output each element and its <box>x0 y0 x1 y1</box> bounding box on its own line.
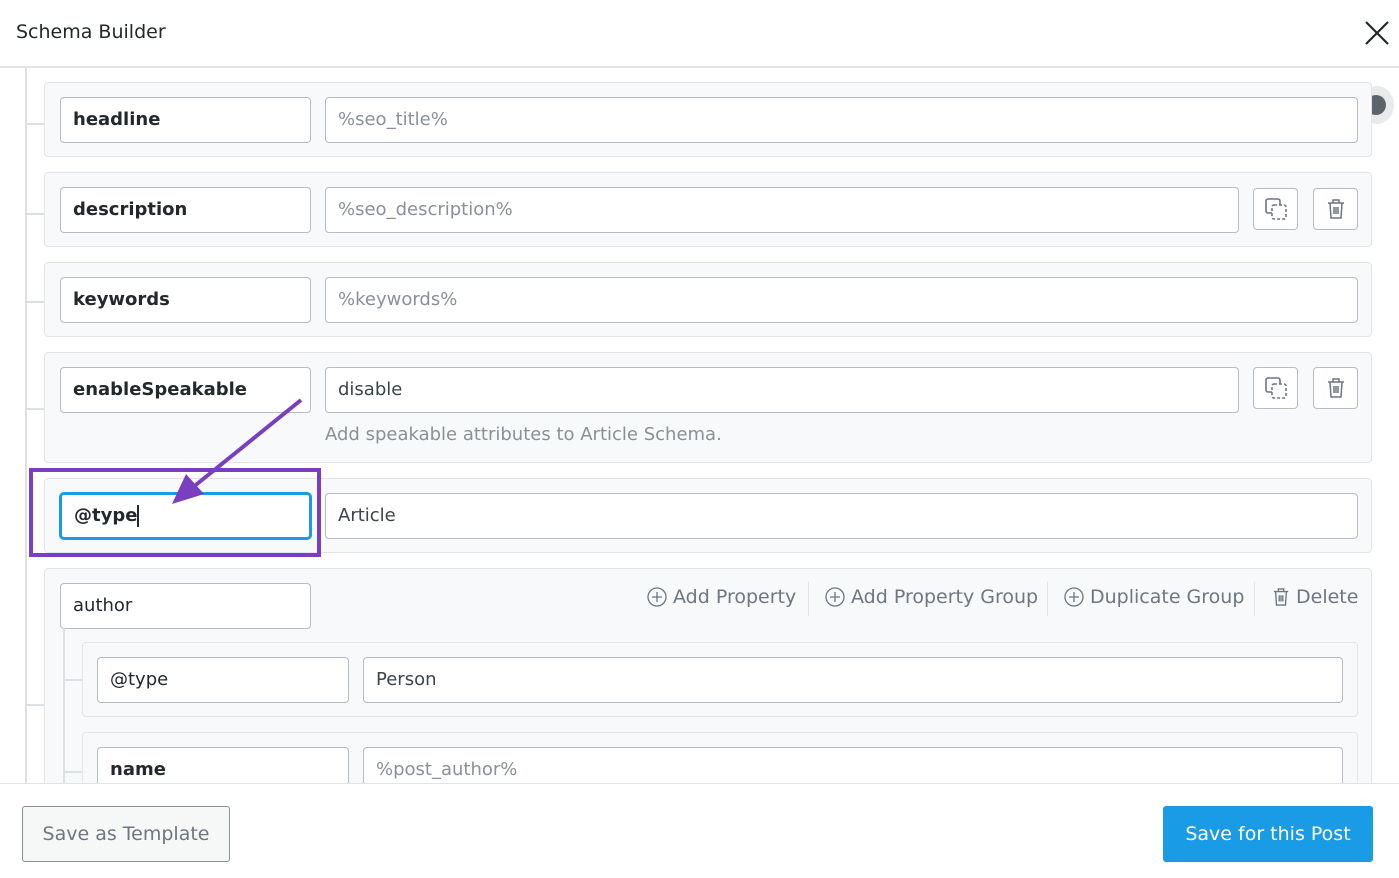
arrow-to-type-icon <box>172 398 303 504</box>
annotation-arrows <box>172 398 1154 850</box>
save-as-template-button[interactable]: Save as Template <box>22 806 230 862</box>
save-for-this-post-button[interactable]: Save for this Post <box>1163 806 1373 862</box>
